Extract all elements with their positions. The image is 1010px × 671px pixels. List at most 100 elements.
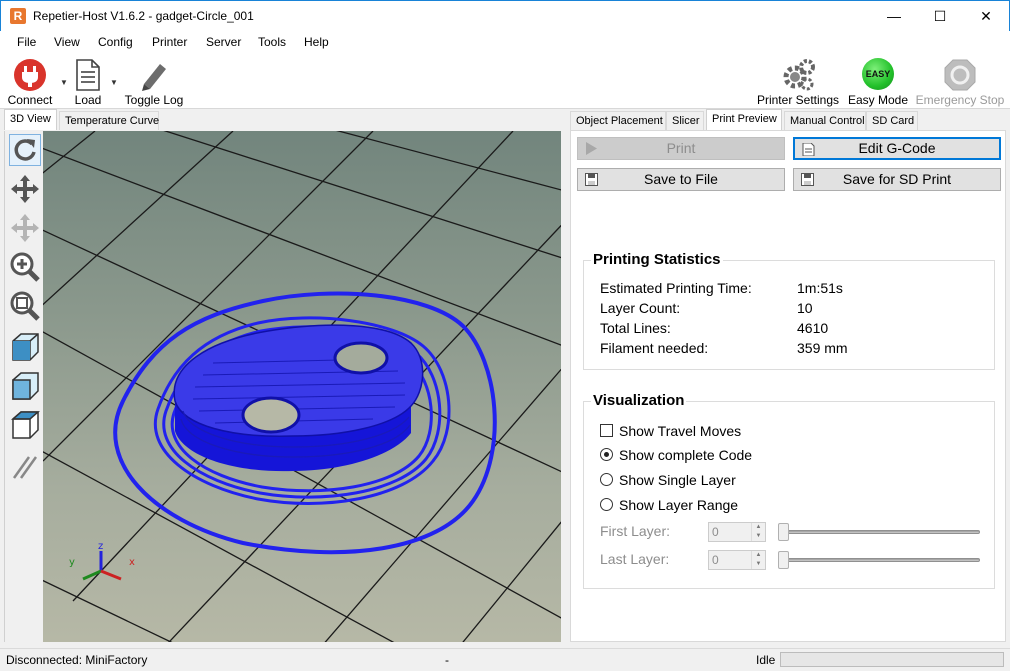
menu-view[interactable]: View: [54, 35, 80, 49]
emergency-stop-label: Emergency Stop: [915, 93, 1005, 107]
show-single-layer-label: Show Single Layer: [619, 472, 736, 488]
floppy-disk-icon: [801, 173, 814, 186]
document-edit-icon: [802, 143, 815, 156]
connect-plug-icon: [14, 59, 46, 91]
menu-tools[interactable]: Tools: [258, 35, 286, 49]
slider-thumb[interactable]: [778, 551, 789, 569]
move-object-button[interactable]: [9, 212, 41, 244]
cube-front-icon: [12, 372, 39, 400]
menu-help[interactable]: Help: [304, 35, 329, 49]
easy-mode-label: Easy Mode: [847, 93, 909, 107]
tab-3d-view[interactable]: 3D View: [4, 109, 57, 130]
connect-dropdown-arrow-icon[interactable]: ▼: [60, 78, 68, 87]
repetier-app-icon: R: [10, 8, 26, 24]
first-layer-value: 0: [712, 525, 719, 539]
last-layer-spinner[interactable]: 0 ▲ ▼: [708, 550, 766, 570]
edit-gcode-label: Edit G-Code: [858, 140, 936, 156]
menu-server[interactable]: Server: [206, 35, 241, 49]
stat-value-layers: 10: [797, 300, 813, 316]
parallel-lines-icon: [12, 456, 38, 479]
last-layer-label: Last Layer:: [600, 551, 670, 567]
menu-file[interactable]: File: [17, 35, 36, 49]
rotate-view-button[interactable]: [9, 134, 41, 166]
parallel-projection-button[interactable]: [9, 451, 41, 483]
stat-label-time: Estimated Printing Time:: [600, 280, 752, 296]
close-button[interactable]: ✕: [963, 1, 1009, 31]
front-view-button[interactable]: [9, 370, 41, 402]
rotate-icon: [14, 139, 36, 161]
minimize-button[interactable]: —: [871, 1, 917, 31]
3d-viewport[interactable]: z y x: [43, 131, 561, 642]
view-toolbar: [4, 131, 43, 642]
zoom-in-icon: [10, 252, 40, 282]
radio-dot[interactable]: [600, 498, 613, 511]
printing-statistics-group: Printing Statistics Estimated Printing T…: [583, 251, 995, 370]
svg-text:z: z: [98, 541, 103, 552]
zoom-fit-icon: [10, 291, 40, 321]
tab-print-preview[interactable]: Print Preview: [706, 109, 782, 130]
save-sd-print-button[interactable]: Save for SD Print: [793, 168, 1001, 191]
slider-track: [780, 558, 980, 562]
last-layer-slider[interactable]: [778, 549, 982, 571]
printing-statistics-title: Printing Statistics: [591, 251, 723, 268]
show-travel-moves-checkbox[interactable]: Show Travel Moves: [600, 423, 741, 439]
slider-thumb[interactable]: [778, 523, 789, 541]
title-bar: R Repetier-Host V1.6.2 - gadget-Circle_0…: [0, 0, 1010, 31]
main-toolbar: Connect ▼ Load ▼ Toggle Log Printer Sett…: [0, 53, 1010, 109]
print-preview-panel: Print Edit G-Code Save to File Save for …: [570, 130, 1006, 642]
hole-left: [241, 396, 301, 434]
tab-slicer[interactable]: Slicer: [666, 111, 704, 130]
toggle-log-label: Toggle Log: [124, 93, 184, 107]
spinner-arrows-icon[interactable]: ▲ ▼: [751, 551, 765, 569]
tab-temperature-curve[interactable]: Temperature Curve: [59, 111, 159, 130]
move-view-button[interactable]: [9, 173, 41, 205]
checkbox-box[interactable]: [600, 424, 613, 437]
show-travel-moves-label: Show Travel Moves: [619, 423, 742, 439]
save-to-file-label: Save to File: [644, 171, 718, 187]
menu-config[interactable]: Config: [98, 35, 133, 49]
zoom-fit-button[interactable]: [9, 290, 41, 322]
first-layer-slider[interactable]: [778, 521, 982, 543]
first-layer-spinner[interactable]: 0 ▲ ▼: [708, 522, 766, 542]
menu-bar: File View Config Printer Server Tools He…: [0, 31, 1010, 53]
print-bed-scene: z y x: [43, 131, 561, 642]
spinner-arrows-icon[interactable]: ▲ ▼: [751, 523, 765, 541]
floppy-disk-icon: [585, 173, 598, 186]
isometric-view-button[interactable]: [9, 331, 41, 363]
visualization-title: Visualization: [591, 392, 687, 409]
load-label: Load: [74, 93, 102, 107]
tab-object-placement[interactable]: Object Placement: [570, 111, 666, 130]
visualization-group: Visualization Show Travel Moves Show com…: [583, 392, 995, 589]
top-view-button[interactable]: [9, 409, 41, 441]
stat-value-lines: 4610: [797, 320, 829, 336]
easy-mode-icon: EASY: [862, 58, 894, 90]
save-to-file-button[interactable]: Save to File: [577, 168, 785, 191]
load-dropdown-arrow-icon[interactable]: ▼: [110, 78, 118, 87]
radio-dot[interactable]: [600, 448, 613, 461]
print-button[interactable]: Print: [577, 137, 785, 160]
tab-sd-card[interactable]: SD Card: [866, 111, 918, 130]
status-bar: Disconnected: MiniFactory - Idle: [0, 648, 1010, 671]
emergency-stop-icon: [944, 59, 976, 91]
move-icon: [11, 175, 39, 203]
show-layer-range-label: Show Layer Range: [619, 497, 739, 513]
radio-dot[interactable]: [600, 473, 613, 486]
maximize-button[interactable]: ☐: [917, 1, 963, 31]
edit-gcode-button[interactable]: Edit G-Code: [793, 137, 1001, 160]
svg-text:y: y: [69, 557, 75, 568]
cube-iso-icon: [12, 333, 39, 361]
menu-printer[interactable]: Printer: [152, 35, 187, 49]
show-single-layer-radio[interactable]: Show Single Layer: [600, 472, 736, 488]
show-layer-range-radio[interactable]: Show Layer Range: [600, 497, 738, 513]
show-complete-code-radio[interactable]: Show complete Code: [600, 447, 752, 463]
tab-manual-control[interactable]: Manual Control: [784, 111, 866, 130]
print-label: Print: [666, 140, 696, 156]
print-progress-bar: [780, 652, 1004, 667]
printed-part: [173, 324, 424, 472]
zoom-button[interactable]: [9, 251, 41, 283]
hole-right: [333, 341, 389, 375]
window-title: Repetier-Host V1.6.2 - gadget-Circle_001: [33, 9, 254, 23]
pencil-icon: [142, 64, 166, 91]
stat-label-lines: Total Lines:: [600, 320, 671, 336]
svg-text:x: x: [129, 557, 135, 568]
